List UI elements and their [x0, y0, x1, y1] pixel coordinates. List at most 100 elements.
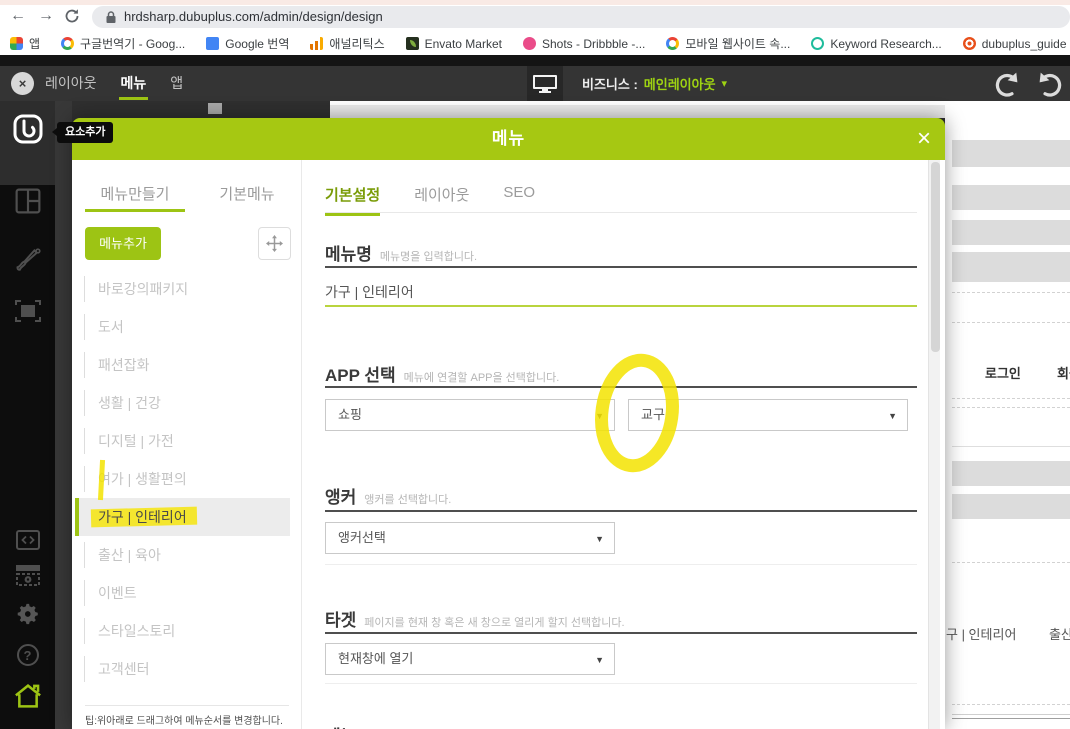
browser-forward-button[interactable]: →	[38, 4, 54, 28]
app-primary-dropdown[interactable]: 쇼핑 ▼	[325, 399, 615, 431]
bookmark-favicon	[522, 37, 536, 50]
menu-category-label: 디지털 | 가전	[98, 433, 174, 449]
bookmark-favicon	[61, 37, 75, 50]
menu-category-item[interactable]: 패션잡화	[75, 346, 290, 384]
modal-scrollbar[interactable]	[928, 160, 940, 729]
menu-category-item[interactable]: 여가 | 생활편의	[75, 460, 290, 498]
menu-category-label: 도서	[98, 319, 124, 335]
preview-dashed-divider	[952, 562, 1070, 563]
editor-tab[interactable]: 레이아웃	[45, 66, 97, 101]
preview-row	[952, 185, 1070, 210]
app-secondary-dropdown[interactable]: 교구 ▼	[628, 399, 908, 431]
menu-category-item[interactable]: 고객센터	[75, 650, 290, 688]
home-button[interactable]	[0, 682, 55, 710]
window-top-strip	[0, 0, 1070, 5]
target-dropdown[interactable]: 현재창에 열기 ▼	[325, 643, 615, 675]
preview-menu-item: 구 | 인테리어	[946, 627, 1017, 642]
bookmark-label: Keyword Research...	[830, 36, 942, 51]
modal-scrollbar-thumb[interactable]	[930, 162, 940, 352]
browser-reload-button[interactable]	[64, 8, 80, 29]
address-bar[interactable]: hrdsharp.dubuplus.com/admin/design/desig…	[92, 6, 1070, 28]
help-button[interactable]: ?	[0, 644, 55, 666]
add-element-tooltip: 요소추가	[51, 122, 114, 143]
redo-button[interactable]	[1038, 71, 1066, 99]
bookmark-item[interactable]: dubuplus_guide by...	[962, 36, 1070, 51]
add-menu-button[interactable]: 메뉴추가	[85, 227, 161, 260]
bookmark-favicon	[206, 37, 220, 50]
question-icon: ?	[16, 644, 39, 666]
bookmark-item[interactable]: 앱	[10, 35, 40, 52]
bookmark-label: 모바일 웹사이트 속...	[685, 37, 791, 51]
bookmark-item[interactable]: Keyword Research...	[811, 36, 942, 51]
bookmark-item[interactable]: Shots - Dribbble -...	[522, 37, 645, 51]
design-tool-button[interactable]	[0, 244, 55, 272]
reorder-button[interactable]	[258, 227, 291, 260]
menu-category-item[interactable]: 스타일스토리	[75, 612, 290, 650]
bookmark-item[interactable]: 애널리틱스	[310, 35, 385, 52]
editor-tab[interactable]: 메뉴	[118, 66, 149, 101]
preview-divider	[952, 714, 1070, 715]
modal-header: 메뉴 ×	[72, 118, 945, 160]
settings-tab[interactable]: 레이아웃	[414, 184, 469, 213]
menu-name-hint: 메뉴명을 입력합니다.	[379, 251, 478, 263]
bookmark-label: 애널리틱스	[329, 37, 385, 51]
bookmark-favicon	[10, 37, 23, 50]
menu-category-item[interactable]: 도서	[75, 308, 290, 346]
move-icon	[266, 235, 283, 252]
browser-toolbar: ← → hrdsharp.dubuplus.com/admin/design/d…	[0, 0, 1070, 32]
close-editor-button[interactable]: ×	[11, 72, 34, 95]
browser-back-button[interactable]: ←	[10, 4, 26, 28]
menu-settings-panel: 기본설정 레이아웃 SEO 메뉴명 메뉴명을 입력합니다. 가구 | 인테리어	[302, 160, 945, 729]
preview-eye-icon	[15, 565, 40, 586]
code-tool-button[interactable]	[0, 530, 55, 550]
app-select-label: APP 선택	[325, 366, 396, 385]
reload-icon	[65, 9, 79, 23]
tab-default-menu[interactable]: 기본메뉴	[205, 183, 289, 204]
device-desktop-button[interactable]	[527, 66, 563, 101]
section-tool-button[interactable]	[0, 300, 55, 322]
settings-tab[interactable]: 기본설정	[325, 184, 381, 216]
menu-category-label: 스타일스토리	[98, 623, 176, 639]
menu-category-item[interactable]: 생활 | 건강	[75, 384, 290, 422]
bookmark-label: dubuplus_guide by...	[981, 36, 1070, 51]
input-focus-underline	[325, 305, 917, 307]
anchor-section-header: 앵커 앵커를 선택합니다.	[325, 483, 451, 508]
screen: ← → hrdsharp.dubuplus.com/admin/design/d…	[0, 0, 1070, 729]
menu-category-label: 가구 | 인테리어	[98, 509, 187, 525]
bookmark-item[interactable]: 모바일 웹사이트 속...	[666, 35, 790, 52]
preview-dashed-divider	[952, 292, 1070, 293]
workspace: ? 로그인 회원가입 구 | 인테리어 출산 |	[0, 101, 1070, 729]
preview-login-link: 로그인	[985, 366, 1021, 381]
menu-category-item[interactable]: 이벤트	[75, 574, 290, 612]
target-section-header: 타겟 페이지를 현재 창 혹은 새 창으로 열리게 할지 선택합니다.	[325, 606, 625, 631]
bookmark-item[interactable]: Envato Market	[405, 37, 502, 51]
icon-sidebar: ?	[0, 101, 55, 729]
menu-category-item[interactable]: 출산 | 육아	[75, 536, 290, 574]
tab-menu-create[interactable]: 메뉴만들기	[85, 183, 185, 204]
bookmark-favicon	[666, 37, 680, 50]
menu-category-label: 출산 | 육아	[98, 547, 161, 563]
bookmark-item[interactable]: Google 번역	[206, 35, 289, 52]
menu-category-item[interactable]: 바로강의패키지	[75, 270, 290, 308]
layout-grid-icon	[15, 188, 40, 214]
dubuplus-logo[interactable]	[0, 114, 55, 144]
dimmed-preview-strip-top	[330, 101, 945, 105]
settings-tab[interactable]: SEO	[503, 184, 535, 213]
undo-button[interactable]	[993, 71, 1021, 99]
layout-tool-button[interactable]	[0, 188, 55, 214]
menu-category-item[interactable]: 디지털 | 가전	[75, 422, 290, 460]
paintbrush-icon	[16, 248, 41, 271]
anchor-dropdown[interactable]: 앵커선택 ▼	[325, 522, 615, 554]
menu-category-item[interactable]: 가구 | 인테리어	[75, 498, 290, 536]
preview-tool-button[interactable]	[0, 564, 55, 586]
tip-divider	[85, 705, 289, 706]
bookmark-item[interactable]: 구글번역기 - Goog...	[61, 35, 185, 52]
modal-close-button[interactable]: ×	[917, 124, 931, 154]
menu-category-label: 이벤트	[98, 585, 137, 601]
editor-tab[interactable]: 앱	[170, 66, 183, 101]
url-text: hrdsharp.dubuplus.com/admin/design/desig…	[124, 9, 383, 24]
site-preview-background: 로그인 회원가입 구 | 인테리어 출산 | 육아	[945, 101, 1070, 729]
menu-name-input[interactable]: 가구 | 인테리어	[325, 282, 414, 302]
settings-button[interactable]	[0, 601, 55, 627]
layout-selector[interactable]: 비즈니스 : 메인레이아웃 ▾	[582, 66, 727, 101]
